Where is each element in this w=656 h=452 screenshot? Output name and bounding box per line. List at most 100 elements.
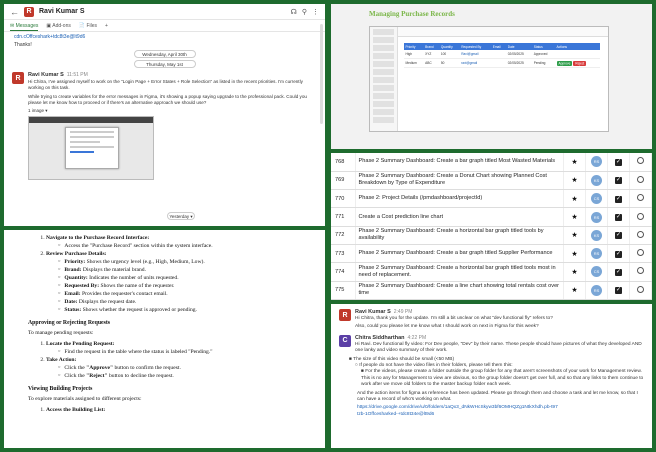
- sidebar: [370, 27, 398, 131]
- task-title[interactable]: Phase 2 Summary Dashboard: Create a bar …: [355, 153, 564, 172]
- message-link[interactable]: tzb-1Offcesharked-+tdc8t34e@lt9d6: [339, 412, 644, 418]
- status-circle-icon[interactable]: [629, 262, 652, 282]
- task-title[interactable]: Phase 2: Project Details (/pmdashboard/p…: [355, 189, 564, 209]
- table-row[interactable]: 769 Phase 2 Summary Dashboard: Create a D…: [331, 171, 652, 191]
- image-attachment[interactable]: [28, 116, 154, 180]
- cell: XYZ: [423, 50, 440, 59]
- back-arrow-icon[interactable]: ←: [10, 7, 19, 17]
- status-circle-icon[interactable]: [629, 171, 652, 191]
- table-row[interactable]: 774 Phase 2 Summary Dashboard: Create a h…: [331, 262, 652, 282]
- table-row[interactable]: 773 Phase 2 Summary Dashboard: Create a b…: [331, 244, 652, 264]
- step-title: Locate the Pending Request:: [46, 341, 115, 347]
- chat-tabs: ✉ Messages ▣ Add-ons 📄 Files +: [4, 20, 325, 32]
- text: "Approve": [86, 365, 114, 371]
- table-row[interactable]: 771 Create a Cost prediction line chart ★ R…: [331, 207, 652, 227]
- text: button to decline the request.: [107, 373, 174, 379]
- list-item: Date: Displays the request date.: [58, 298, 307, 306]
- list-item: Access the "Purchase Record" section wit…: [58, 242, 307, 250]
- assignee-avatar[interactable]: RS: [585, 207, 608, 227]
- assignee-avatar[interactable]: KS: [585, 171, 608, 191]
- search-icon[interactable]: ⚲: [302, 8, 307, 16]
- checkbox-icon[interactable]: ✓: [607, 207, 630, 227]
- table-row[interactable]: 770 Phase 2: Project Details (/pmdashboar…: [331, 189, 652, 209]
- star-icon[interactable]: ★: [563, 171, 586, 191]
- status-circle-icon[interactable]: [629, 281, 652, 300]
- star-icon[interactable]: ★: [563, 189, 586, 209]
- chat-header: ← R Ravi Kumar S ☊ ⚲ ⋮: [4, 4, 325, 20]
- message-link[interactable]: cdn.cOffceshark+tdc8t3e@lt9d6: [4, 32, 325, 40]
- add-tab-icon[interactable]: +: [105, 23, 108, 31]
- task-title[interactable]: Phase 2 Summary Dashboard: Create a line…: [355, 281, 564, 300]
- assignee-avatar[interactable]: CS: [585, 189, 608, 209]
- table-row[interactable]: 775 Phase 2 Summary Dashboard: Create a l…: [331, 281, 652, 300]
- reject-button[interactable]: Reject: [573, 60, 587, 66]
- star-icon[interactable]: ★: [563, 226, 586, 245]
- table-header: Priority Brand Quantity Requested By Ema…: [404, 43, 600, 50]
- table-row[interactable]: 772 Phase 2 Summary Dashboard: Create a h…: [331, 226, 652, 245]
- task-title[interactable]: Phase 2 Summary Dashboard: Create a bar …: [355, 244, 564, 264]
- checkbox-icon[interactable]: ✓: [607, 262, 630, 282]
- cell: 02/05/2025: [506, 50, 533, 59]
- column-header: Actions: [555, 43, 600, 50]
- checkbox-icon[interactable]: ✓: [607, 153, 630, 172]
- jump-to-date-button[interactable]: Yesterday ▾: [167, 212, 195, 220]
- tab-messages[interactable]: ✉ Messages: [10, 23, 39, 31]
- cell: 50: [439, 58, 460, 68]
- task-title[interactable]: Create a Cost prediction line chart: [355, 207, 564, 227]
- assignee-avatar[interactable]: RS: [585, 281, 608, 300]
- tab-label: Messages: [15, 23, 39, 29]
- checkbox-icon[interactable]: ✓: [607, 171, 630, 191]
- column-header: Brand: [423, 43, 440, 50]
- status-circle-icon[interactable]: [629, 226, 652, 245]
- table-row: High XYZ 100 Ravi@gmail 02/05/2025 Appro…: [404, 50, 600, 59]
- tab-files[interactable]: 📄 Files: [79, 23, 97, 31]
- date-divider[interactable]: Wednesday, April 30th: [133, 50, 196, 58]
- date-divider[interactable]: Thursday, May 1st: [133, 60, 196, 68]
- checkbox-icon[interactable]: ✓: [607, 226, 630, 245]
- task-title[interactable]: Phase 2 Summary Dashboard: Create a hori…: [355, 262, 564, 282]
- task-id: 768: [331, 153, 356, 172]
- headset-icon[interactable]: ☊: [291, 8, 297, 16]
- column-header: Priority: [404, 43, 424, 50]
- cell[interactable]: ravi@gmail: [459, 58, 492, 68]
- status-circle-icon[interactable]: [629, 153, 652, 172]
- cell: [491, 50, 507, 59]
- column-header: Email: [491, 43, 507, 50]
- tab-add-ons[interactable]: ▣ Add-ons: [46, 23, 70, 31]
- star-icon[interactable]: ★: [563, 207, 586, 227]
- attachment-label[interactable]: 1 image ▾: [28, 108, 317, 114]
- assignee-avatar[interactable]: KS: [585, 226, 608, 245]
- list-item: Review Purchase Details: Priority: Shows…: [46, 250, 307, 314]
- task-id: 771: [331, 207, 356, 227]
- scrollbar[interactable]: [320, 24, 323, 124]
- star-icon[interactable]: ★: [563, 262, 586, 282]
- more-icon[interactable]: ⋮: [312, 8, 319, 16]
- assignee-avatar[interactable]: RS: [585, 153, 608, 172]
- status-circle-icon[interactable]: [629, 189, 652, 209]
- star-icon[interactable]: ★: [563, 281, 586, 300]
- task-id: 774: [331, 262, 356, 282]
- cell[interactable]: Ravi@gmail: [459, 50, 492, 59]
- approve-button[interactable]: Approve: [556, 60, 573, 66]
- table-row[interactable]: 768 Phase 2 Summary Dashboard: Create a b…: [331, 153, 652, 172]
- list-item: Locate the Pending Request: Find the req…: [46, 340, 307, 356]
- field-name: Email:: [64, 291, 81, 297]
- assignee-avatar[interactable]: RS: [585, 244, 608, 264]
- app-screenshot: Priority Brand Quantity Requested By Ema…: [369, 26, 609, 132]
- step-title: Access the Building List:: [46, 407, 106, 413]
- page-title: Managing Purchase Records: [369, 10, 455, 18]
- task-title[interactable]: Phase 2 Summary Dashboard: Create a Donu…: [355, 171, 564, 191]
- text: The size of this video should be small (…: [353, 356, 455, 362]
- star-icon[interactable]: ★: [563, 244, 586, 264]
- column-header: Status: [532, 43, 556, 50]
- task-title[interactable]: Phase 2 Summary Dashboard: Create a hori…: [355, 226, 564, 245]
- status-circle-icon[interactable]: [629, 244, 652, 264]
- checkbox-icon[interactable]: ✓: [607, 244, 630, 264]
- status-badge: Approved: [532, 50, 556, 59]
- checkbox-icon[interactable]: ✓: [607, 281, 630, 300]
- checkbox-icon[interactable]: ✓: [607, 189, 630, 209]
- cell: 02/05/2025: [506, 58, 533, 68]
- star-icon[interactable]: ★: [563, 153, 586, 172]
- status-circle-icon[interactable]: [629, 207, 652, 227]
- assignee-avatar[interactable]: CS: [585, 262, 608, 282]
